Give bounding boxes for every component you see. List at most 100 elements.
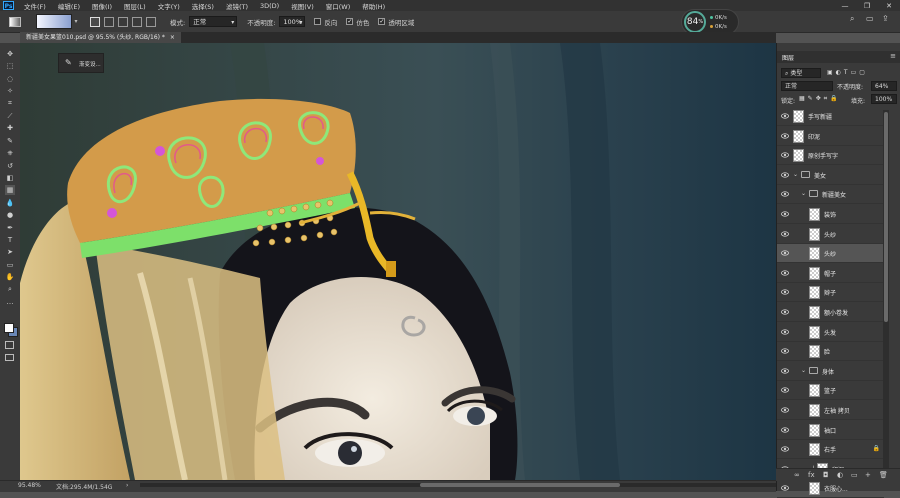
layer-thumbnail[interactable] <box>809 482 820 496</box>
layer-thumbnail[interactable] <box>793 110 804 123</box>
menu-3d[interactable]: 3D(D) <box>254 2 285 10</box>
menu-window[interactable]: 窗口(W) <box>320 1 357 11</box>
layer-row[interactable]: 左袖 拷贝 <box>777 401 884 420</box>
horizontal-scroll-thumb[interactable] <box>420 483 620 487</box>
transparency-checkbox-box[interactable]: ✓ <box>378 18 386 25</box>
minimize-button[interactable]: — <box>834 2 856 10</box>
menu-file[interactable]: 文件(F) <box>18 1 52 11</box>
angle-gradient-icon[interactable] <box>118 16 128 27</box>
reflected-gradient-icon[interactable] <box>132 16 142 27</box>
marquee-tool-icon[interactable]: ⬚ <box>5 61 15 71</box>
layer-row[interactable]: 衣服心... <box>777 479 884 498</box>
eraser-tool-icon[interactable]: ◧ <box>5 173 15 183</box>
new-layer-icon[interactable]: + <box>865 471 871 479</box>
visibility-eye-icon[interactable] <box>780 348 790 354</box>
layer-row[interactable]: 装饰 <box>777 205 884 224</box>
menu-select[interactable]: 选择(S) <box>186 1 220 11</box>
history-brush-tool-icon[interactable]: ↺ <box>5 161 15 171</box>
trash-icon[interactable]: 🗑 <box>879 471 888 479</box>
screen-mode-icon[interactable] <box>5 354 14 361</box>
layer-group-row[interactable]: ⌄ 新疆美女 <box>777 185 884 205</box>
layers-panel-title[interactable]: 图层 <box>782 53 794 62</box>
visibility-eye-icon[interactable] <box>780 191 790 198</box>
layer-thumbnail[interactable] <box>793 149 804 163</box>
zoom-level[interactable]: 95.48% <box>18 482 41 489</box>
folder-icon[interactable]: ▭ <box>851 471 858 479</box>
layer-name[interactable]: 辫子 <box>824 288 836 297</box>
layer-row[interactable]: 脸 <box>777 342 884 362</box>
visibility-eye-icon[interactable] <box>780 230 790 237</box>
zoom-tool-icon[interactable]: ⌕ <box>5 285 15 295</box>
layer-opacity-input[interactable]: 64% <box>871 81 897 91</box>
status-arrow-icon[interactable]: › <box>126 482 128 489</box>
layer-name[interactable]: 头纱 <box>824 230 836 239</box>
layer-name[interactable]: 印泥 <box>808 132 820 141</box>
menu-view[interactable]: 视图(V) <box>285 1 320 11</box>
layer-group-row[interactable]: ⌄ 美女 <box>777 166 884 185</box>
layer-row[interactable]: 帽子 <box>777 264 884 283</box>
visibility-eye-icon[interactable] <box>780 250 790 256</box>
layer-thumbnail[interactable] <box>809 306 820 319</box>
foreground-color-swatch[interactable] <box>4 323 14 333</box>
layer-name[interactable]: 右手 <box>824 445 836 454</box>
layer-thumbnail[interactable] <box>809 325 820 339</box>
layer-thumbnail[interactable] <box>809 443 820 457</box>
layer-thumbnail[interactable] <box>809 404 820 417</box>
blur-tool-icon[interactable]: 💧 <box>5 198 15 208</box>
crop-tool-icon[interactable]: ⌗ <box>5 99 15 109</box>
group-expand-icon[interactable]: ⌄ <box>801 190 806 197</box>
share-icon[interactable]: ⇪ <box>882 14 889 23</box>
lasso-tool-icon[interactable]: ◌ <box>5 74 15 84</box>
visibility-eye-icon[interactable] <box>780 113 790 119</box>
magic-wand-tool-icon[interactable]: ✧ <box>5 86 15 96</box>
layer-name[interactable]: 左袖 拷贝 <box>824 406 850 415</box>
layer-name[interactable]: 身体 <box>822 367 834 376</box>
layers-scroll-thumb[interactable] <box>884 112 888 322</box>
opacity-input[interactable]: 100% <box>279 16 306 28</box>
layer-row[interactable]: 袖口 <box>777 421 884 440</box>
diamond-gradient-icon[interactable] <box>146 16 156 27</box>
layer-thumbnail[interactable] <box>809 286 820 300</box>
visibility-eye-icon[interactable] <box>780 368 790 374</box>
radial-gradient-icon[interactable] <box>104 16 114 27</box>
lock-options-icons[interactable]: ▦✎✥⌗🔒 <box>799 95 841 103</box>
visibility-eye-icon[interactable] <box>780 387 790 394</box>
visibility-eye-icon[interactable] <box>780 485 790 492</box>
maximize-button[interactable]: ❐ <box>856 2 878 10</box>
panel-menu-icon[interactable]: ≡ <box>890 52 896 60</box>
dodge-tool-icon[interactable]: ● <box>5 210 15 220</box>
hand-tool-icon[interactable]: ✋ <box>5 272 15 282</box>
reverse-checkbox[interactable]: 反向 <box>314 17 337 27</box>
brush-tool-icon[interactable]: ✎ <box>5 136 15 146</box>
dither-checkbox[interactable]: ✓ 仿色 <box>346 17 369 27</box>
visibility-eye-icon[interactable] <box>780 426 790 433</box>
shape-tool-icon[interactable]: ▭ <box>5 260 15 270</box>
layer-row[interactable]: 手写新疆 <box>777 107 884 126</box>
layer-thumbnail[interactable] <box>809 345 820 359</box>
menu-edit[interactable]: 编辑(E) <box>52 1 86 11</box>
layer-row[interactable]: 头纱 <box>777 225 884 244</box>
menu-help[interactable]: 帮助(H) <box>356 1 391 11</box>
fx-icon[interactable]: fx <box>808 471 815 479</box>
menu-type[interactable]: 文字(Y) <box>152 1 186 11</box>
layer-name[interactable]: 头发 <box>824 328 836 337</box>
adjustment-icon[interactable]: ◐ <box>837 471 843 479</box>
layer-row[interactable]: 辫子 <box>777 283 884 303</box>
tool-preset-picker[interactable] <box>4 15 26 29</box>
visibility-eye-icon[interactable] <box>780 407 790 413</box>
group-expand-icon[interactable]: ⌄ <box>793 171 798 178</box>
healing-brush-tool-icon[interactable]: ✚ <box>5 123 15 133</box>
layer-name[interactable]: 脸 <box>824 347 830 356</box>
chevron-down-icon[interactable]: ▾ <box>72 15 80 28</box>
layer-row[interactable]: 右手 🔒 <box>777 440 884 460</box>
visibility-eye-icon[interactable] <box>780 152 790 158</box>
layer-thumbnail[interactable] <box>809 384 820 398</box>
layer-thumbnail[interactable] <box>809 227 820 241</box>
layer-kind-filter[interactable]: ⌕ 类型 <box>781 68 821 78</box>
quick-mask-icon[interactable] <box>5 341 14 349</box>
gradient-preset-panel[interactable]: ✎ 渐变设... <box>58 53 104 73</box>
transparency-checkbox[interactable]: ✓ 透明区域 <box>378 17 414 27</box>
document-tab[interactable]: 新疆美女果篮010.psd @ 95.5% (头纱, RGB/16) * × <box>20 32 181 43</box>
filter-type-icons[interactable]: ▣◐T▭▢ <box>827 69 868 76</box>
visibility-eye-icon[interactable] <box>780 132 790 139</box>
